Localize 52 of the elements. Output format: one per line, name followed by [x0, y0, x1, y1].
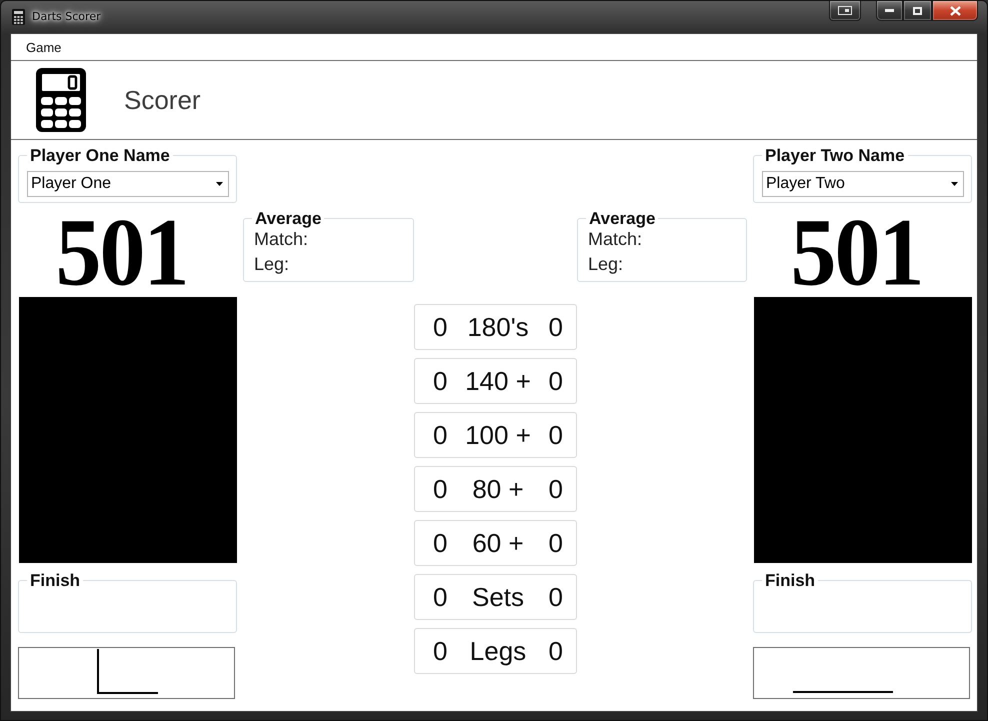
menu-item[interactable]: Game: [26, 40, 62, 54]
app-title: Scorer: [124, 84, 201, 116]
window-icon: [838, 6, 852, 15]
stat-label: 140 +: [465, 368, 531, 394]
average-label: Leg:: [588, 253, 624, 276]
maximize-icon: [913, 6, 922, 14]
close-button[interactable]: [932, 1, 978, 21]
average-label: Leg:: [254, 253, 290, 276]
close-icon: [950, 6, 960, 16]
minimize-button[interactable]: [876, 1, 903, 21]
stat-count: 0: [433, 584, 448, 610]
group-label: Finish: [29, 572, 82, 589]
stat-count: 0: [548, 476, 563, 502]
score-display: 501: [790, 210, 922, 294]
group-label: Average: [588, 210, 656, 227]
stat-count: 0: [433, 530, 448, 556]
stat-count: 0: [433, 314, 448, 340]
stat-label: Legs: [470, 638, 526, 664]
minimize-icon: [885, 9, 894, 12]
stat-label: 100 +: [465, 422, 531, 448]
stat-count: 0: [433, 368, 448, 394]
stat-count: 0: [548, 638, 563, 664]
maximize-button[interactable]: [903, 1, 932, 21]
stat-count: 0: [433, 422, 448, 448]
stat-count: 0: [548, 530, 563, 556]
window-view-button[interactable]: [829, 1, 861, 21]
stat-count: 0: [548, 368, 563, 394]
stat-label: 180's: [467, 314, 529, 340]
stat-count: 0: [548, 422, 563, 448]
player-name-dropdown[interactable]: Player Two: [762, 171, 964, 197]
stat-count: 0: [433, 638, 448, 664]
score-input-field[interactable]: [18, 647, 235, 699]
stat-count: 0: [548, 584, 563, 610]
score-input-field[interactable]: [753, 647, 970, 699]
dropdown-arrow-icon: [216, 182, 223, 186]
group-label: Finish: [764, 572, 816, 589]
group-label: Average: [254, 210, 322, 227]
score-display: 501: [56, 210, 188, 294]
average-label: Match:: [254, 228, 308, 251]
stat-label: 60 +: [472, 530, 524, 556]
stat-label: 80 +: [472, 476, 524, 502]
average-label: Match:: [588, 228, 642, 251]
stat-label: Sets: [472, 584, 524, 610]
window-title: Darts Scorer: [32, 10, 101, 23]
stat-count: 0: [433, 476, 448, 502]
stat-count: 0: [548, 314, 563, 340]
dropdown-arrow-icon: [951, 182, 958, 186]
group-label: Player Two Name: [764, 147, 906, 164]
player-name-dropdown[interactable]: Player One: [27, 171, 229, 197]
group-label: Player One Name: [29, 147, 171, 164]
calculator-icon: [36, 68, 86, 132]
calculator-icon: [12, 9, 25, 25]
